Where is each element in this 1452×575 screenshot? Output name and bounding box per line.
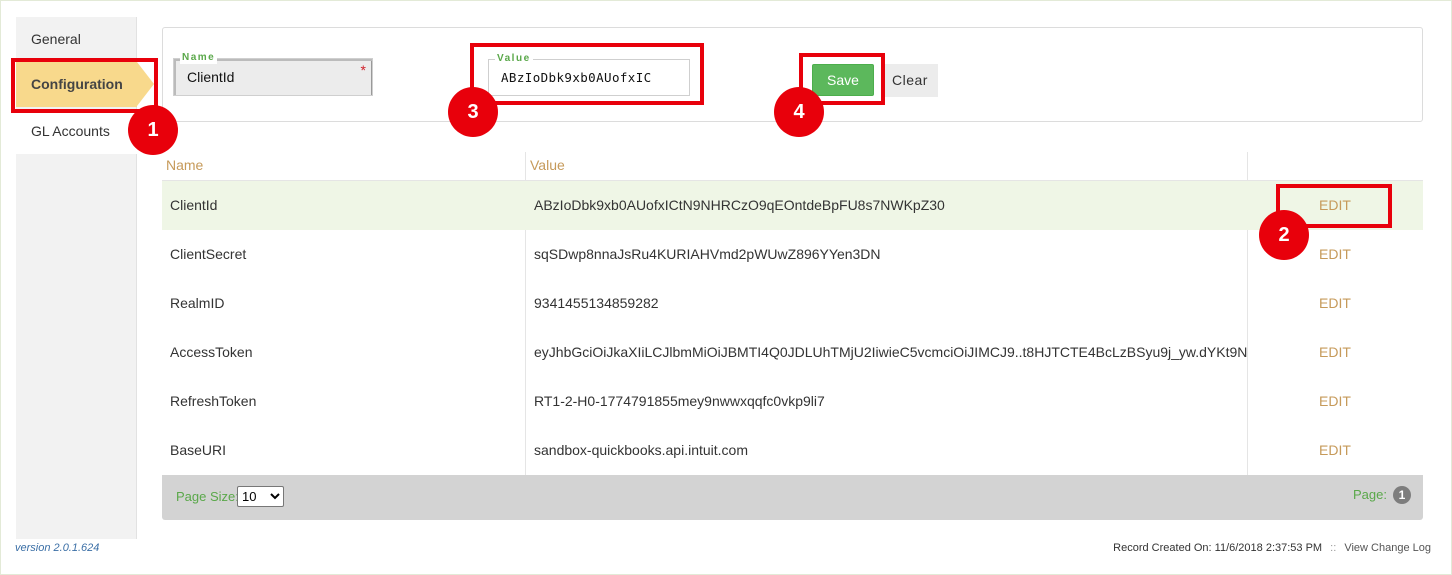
record-created-label: Record Created On: bbox=[1113, 542, 1212, 554]
row-value: 9341455134859282 bbox=[534, 295, 659, 311]
name-field[interactable]: Name ClientId * bbox=[173, 52, 373, 96]
grid-header: Name Value bbox=[162, 152, 1423, 181]
row-name: RealmID bbox=[170, 295, 225, 311]
version-label: version 2.0.1.624 bbox=[15, 542, 100, 554]
row-value: RT1-2-H0-1774791855mey9nwwxqqfc0vkp9li7 bbox=[534, 393, 825, 409]
table-row[interactable]: RefreshToken RT1-2-H0-1774791855mey9nwwx… bbox=[162, 377, 1423, 426]
required-asterisk: * bbox=[360, 62, 366, 78]
row-name: ClientSecret bbox=[170, 246, 247, 262]
edit-link[interactable]: EDIT bbox=[1247, 377, 1423, 426]
page-label: Page: bbox=[1353, 487, 1387, 502]
table-row[interactable]: BaseURI sandbox-quickbooks.api.intuit.co… bbox=[162, 426, 1423, 475]
row-value: sandbox-quickbooks.api.intuit.com bbox=[534, 442, 749, 458]
column-header-value[interactable]: Value bbox=[530, 152, 565, 181]
table-row[interactable]: AccessToken eyJhbGciOiJkaXIiLCJlbmMiOiJB… bbox=[162, 328, 1423, 377]
table-row[interactable]: RealmID 9341455134859282 EDIT bbox=[162, 279, 1423, 328]
row-name: BaseURI bbox=[170, 442, 227, 458]
edit-link[interactable]: EDIT bbox=[1247, 426, 1423, 475]
page-size-label: Page Size: bbox=[176, 489, 239, 504]
row-value: sqSDwp8nnaJsRu4KURIAHVmd2pWUwZ896YYen3DN bbox=[534, 246, 881, 262]
edit-link[interactable]: EDIT bbox=[1247, 279, 1423, 328]
page-size-select[interactable]: 10 bbox=[237, 486, 284, 507]
sidebar-item-general[interactable]: General bbox=[16, 17, 137, 62]
row-value: ABzIoDbk9xb0AUofxICtN9NHRCzO9qEOntdeBpFU… bbox=[534, 197, 945, 213]
page-number-current[interactable]: 1 bbox=[1393, 486, 1411, 504]
row-value: eyJhbGciOiJkaXIiLCJlbmMiOiJBMTI4Q0JDLUhT… bbox=[534, 344, 1247, 360]
name-field-value: ClientId bbox=[187, 69, 235, 85]
name-field-legend: Name bbox=[180, 52, 218, 64]
table-row[interactable]: ClientId ABzIoDbk9xb0AUofxICtN9NHRCzO9qE… bbox=[162, 181, 1423, 230]
clear-button[interactable]: Clear bbox=[882, 64, 938, 97]
edit-link[interactable]: EDIT bbox=[1247, 328, 1423, 377]
callout-badge-3: 3 bbox=[448, 87, 498, 137]
sidebar-item-gl-accounts[interactable]: GL Accounts bbox=[16, 109, 137, 154]
record-created-value: 11/6/2018 2:37:53 PM bbox=[1214, 542, 1323, 554]
view-change-log-link[interactable]: View Change Log bbox=[1344, 542, 1431, 554]
column-header-name[interactable]: Name bbox=[166, 152, 203, 181]
pager-bar: Page Size: 10 Page: 1 bbox=[162, 475, 1423, 520]
table-row[interactable]: ClientSecret sqSDwp8nnaJsRu4KURIAHVmd2pW… bbox=[162, 230, 1423, 279]
record-info: Record Created On: 11/6/2018 2:37:53 PM … bbox=[1113, 542, 1431, 554]
callout-badge-1: 1 bbox=[128, 105, 178, 155]
callout-badge-4: 4 bbox=[774, 87, 824, 137]
row-name: RefreshToken bbox=[170, 393, 257, 409]
callout-box-3 bbox=[470, 43, 704, 105]
footer-separator: :: bbox=[1330, 542, 1337, 554]
callout-box-1 bbox=[11, 58, 158, 113]
configuration-grid: Name Value ClientId ABzIoDbk9xb0AUofxICt… bbox=[162, 152, 1423, 520]
row-name: ClientId bbox=[170, 197, 218, 213]
callout-badge-2: 2 bbox=[1259, 210, 1309, 260]
row-name: AccessToken bbox=[170, 344, 253, 360]
